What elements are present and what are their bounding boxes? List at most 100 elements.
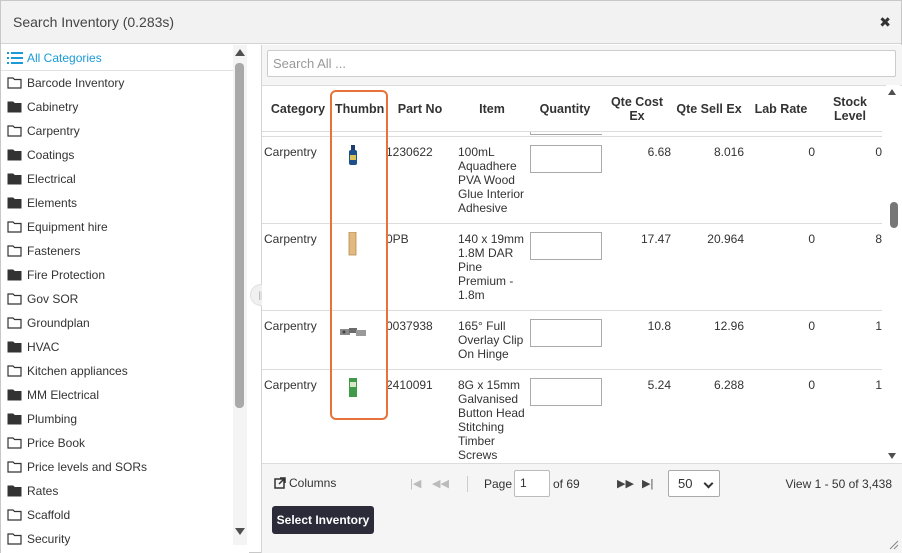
sidebar-item-rates[interactable]: Rates [1,479,233,503]
cell-category: Carpentry [264,232,317,246]
sidebar-item-mm-electrical[interactable]: MM Electrical [1,383,233,407]
scroll-up-icon[interactable] [235,49,245,56]
dialog-title: Search Inventory (0.283s) [13,14,175,30]
sidebar-item-label: All Categories [27,50,102,65]
column-header-item[interactable]: Item [458,86,526,132]
folder-open-icon [7,533,22,545]
folder-icon [7,413,22,425]
cell-qte-cost-ex: 17.47 [640,232,671,246]
sidebar-item-plumbing[interactable]: Plumbing [1,407,233,431]
scroll-down-icon[interactable] [235,528,245,535]
sidebar-item-price-book[interactable]: Price Book [1,431,233,455]
sidebar-item-gov-sor[interactable]: Gov SOR [1,287,233,311]
select-inventory-button[interactable]: Select Inventory [272,506,374,534]
sidebar-item-label: Electrical [27,172,76,186]
cell-stock-level: 8 [875,232,882,246]
cell-stock-level: 1 [875,378,882,392]
hinge-thumbnail-icon[interactable] [338,325,368,342]
table-row[interactable]: Carpentry 0037938 165° Full Overlay Clip O… [262,311,882,370]
sidebar-item-label: Fasteners [27,244,81,258]
sidebar-item-elements[interactable]: Elements [1,191,233,215]
cell-lab-rate: 0 [808,319,815,333]
quantity-input[interactable] [530,378,602,406]
sidebar-item-fasteners[interactable]: Fasteners [1,239,233,263]
folder-icon [7,269,22,281]
folder-open-icon [7,437,22,449]
folder-icon [7,101,22,113]
table-row[interactable]: Carpentry 2410091 8G x 15mm Galvanised But… [262,370,882,463]
column-header-qte-cost-ex[interactable]: Qte Cost Ex [602,86,672,132]
quantity-input[interactable] [530,145,602,173]
sidebar-scrollbar[interactable] [233,45,247,545]
sidebar-item-fire-protection[interactable]: Fire Protection [1,263,233,287]
folder-open-icon [7,221,22,233]
sidebar-item-all-categories[interactable]: All Categories [1,45,233,71]
sidebar-item-label: Equipment hire [27,220,108,234]
next-page-icon[interactable]: ▶▶ [617,477,634,490]
search-input[interactable]: Search All ... [267,50,896,77]
table-row[interactable]: Carpentry 1230622 100mL Aquadhere PVA Wood… [262,137,882,224]
search-inventory-dialog: Search Inventory (0.283s) ✖ All Categori… [0,0,902,553]
dialog-titlebar: Search Inventory (0.283s) ✖ [1,1,901,44]
last-page-icon[interactable]: ▶| [642,477,653,490]
cell-item: 8G x 15mm Galvanised Button Head Stitchi… [458,378,525,462]
column-header-part-no[interactable]: Part No [390,86,450,132]
column-header-lab-rate[interactable]: Lab Rate [746,86,816,132]
page-count-label: of 69 [553,477,580,491]
sidebar-item-electrical[interactable]: Electrical [1,167,233,191]
folder-open-icon [7,125,22,137]
page-number-input[interactable]: 1 [514,470,550,497]
column-header-stock-level[interactable]: Stock Level [822,86,878,132]
folder-icon [7,485,22,497]
sidebar-item-coatings[interactable]: Coatings [1,143,233,167]
scrollbar-thumb[interactable] [890,202,898,228]
list-icon [7,51,23,64]
cell-lab-rate: 0 [808,232,815,246]
timber-thumbnail-icon[interactable] [338,231,368,259]
page-size-value: 50 [678,476,693,491]
scrollbar-thumb[interactable] [235,63,244,408]
resize-grip-icon[interactable] [889,540,899,550]
folder-icon [7,197,22,209]
bottle-thumbnail-icon[interactable] [338,145,368,170]
cell-qte-cost-ex: 6.68 [647,145,671,159]
column-header-thumbnail[interactable]: Thumbn [332,86,386,132]
cell-part-no: 0PB [386,232,409,246]
folder-open-icon [7,77,22,89]
columns-button[interactable]: Columns [274,476,336,490]
sidebar-item-price-levels-and-sors[interactable]: Price levels and SORs [1,455,233,479]
screws-thumbnail-icon[interactable] [338,378,368,401]
column-header-qte-sell-ex[interactable]: Qte Sell Ex [676,86,742,132]
cell-part-no: 1230622 [386,145,433,159]
page-size-select[interactable]: 50 [668,470,720,497]
previous-page-icon[interactable]: ◀◀ [432,477,449,490]
category-list: All Categories Barcode Inventory Cabinetr… [1,45,233,553]
sidebar-item-cabinetry[interactable]: Cabinetry [1,95,233,119]
column-header-category[interactable]: Category [268,86,328,132]
sidebar-item-carpentry[interactable]: Carpentry [1,119,233,143]
sidebar-item-kitchen-appliances[interactable]: Kitchen appliances [1,359,233,383]
sidebar-item-hvac[interactable]: HVAC [1,335,233,359]
scroll-up-icon[interactable] [888,89,896,95]
grid-scrollbar[interactable] [886,85,900,463]
close-icon[interactable]: ✖ [879,15,891,29]
sidebar-item-label: Plumbing [27,412,78,426]
sidebar-item-groundplan[interactable]: Groundplan [1,311,233,335]
folder-icon [7,149,22,161]
folder-icon [7,341,22,353]
external-link-icon [274,477,286,489]
sidebar-item-equipment-hire[interactable]: Equipment hire [1,215,233,239]
sidebar-item-security[interactable]: Security [1,527,233,551]
quantity-input[interactable] [530,232,602,260]
sidebar-item-label: Security [27,532,71,546]
quantity-input[interactable] [530,319,602,347]
sidebar-item-label: Rates [27,484,59,498]
scroll-down-icon[interactable] [888,453,896,459]
column-header-quantity[interactable]: Quantity [532,86,598,132]
sidebar-item-barcode-inventory[interactable]: Barcode Inventory [1,71,233,95]
sidebar-item-label: MM Electrical [27,388,100,402]
first-page-icon[interactable]: |◀ [410,477,421,490]
table-row[interactable]: Carpentry 0PB 140 x 19mm 1.8M DAR Pine Pre… [262,224,882,311]
sidebar-item-scaffold[interactable]: Scaffold [1,503,233,527]
inventory-grid: Category Thumbn Part No Item Quantity Qt… [262,85,902,463]
